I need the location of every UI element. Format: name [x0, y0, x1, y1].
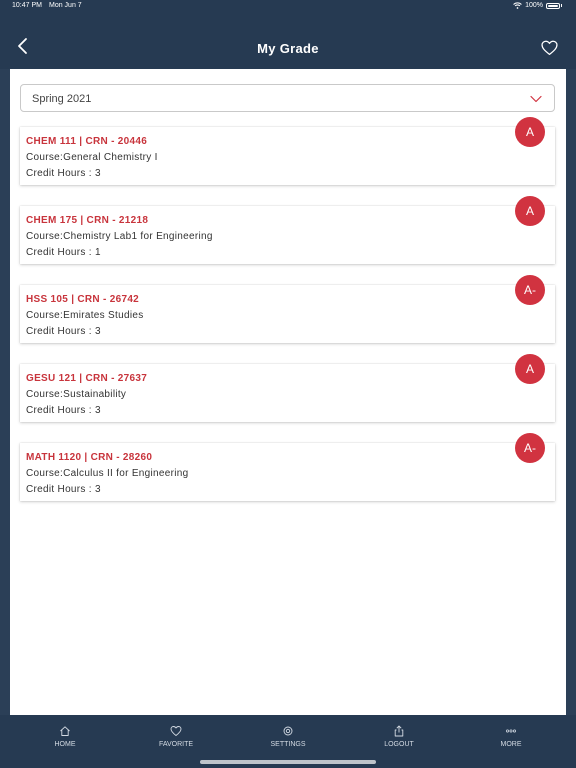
status-time: 10:47 PM: [12, 2, 42, 9]
gear-icon: [283, 726, 293, 736]
status-date: Mon Jun 7: [49, 2, 82, 9]
home-indicator: [200, 760, 376, 764]
course-name: Course:Emirates Studies: [26, 310, 144, 321]
content-area: Spring 2021 CHEM 111 | CRN - 20446 Cours…: [10, 69, 566, 715]
share-icon: [394, 725, 404, 737]
tab-favorite-label: FAVORITE: [158, 741, 194, 748]
credit-hours: Credit Hours : 3: [26, 326, 101, 337]
tab-logout[interactable]: LOGOUT: [359, 725, 439, 748]
credit-hours: Credit Hours : 3: [26, 168, 101, 179]
page-title: My Grade: [257, 41, 319, 56]
tab-settings[interactable]: SETTINGS: [248, 725, 328, 748]
course-code: GESU 121 | CRN - 27637: [26, 373, 148, 384]
course-name: Course:Calculus II for Engineering: [26, 468, 189, 479]
battery-percent: 100%: [525, 2, 543, 9]
course-name: Course:General Chemistry I: [26, 152, 158, 163]
tab-more[interactable]: MORE: [471, 725, 551, 748]
course-card[interactable]: CHEM 175 | CRN - 21218 Course:Chemistry …: [20, 196, 555, 264]
status-bar: 10:47 PM Mon Jun 7 100%: [0, 0, 576, 14]
wifi-icon: [513, 2, 522, 9]
course-card[interactable]: HSS 105 | CRN - 26742 Course:Emirates St…: [20, 275, 555, 343]
more-icon: [505, 729, 516, 733]
grade-badge: A: [515, 117, 545, 147]
tab-home-label: HOME: [54, 741, 76, 748]
course-card[interactable]: CHEM 111 | CRN - 20446 Course:General Ch…: [20, 117, 555, 185]
course-code: CHEM 175 | CRN - 21218: [26, 215, 149, 226]
grade-badge: A: [515, 196, 545, 226]
chevron-down-icon: [530, 95, 542, 103]
tab-more-label: MORE: [500, 741, 522, 748]
credit-hours: Credit Hours : 1: [26, 247, 101, 258]
tab-home[interactable]: HOME: [25, 725, 105, 748]
grade-badge: A-: [515, 275, 545, 305]
course-code: HSS 105 | CRN - 26742: [26, 294, 140, 305]
battery-icon: [546, 2, 560, 9]
heart-icon: [170, 726, 182, 736]
nav-bar: My Grade: [0, 14, 576, 69]
tab-settings-label: SETTINGS: [270, 741, 306, 748]
course-card[interactable]: MATH 1120 | CRN - 28260 Course:Calculus …: [20, 433, 555, 501]
grade-badge: A: [515, 354, 545, 384]
tab-logout-label: LOGOUT: [384, 741, 414, 748]
term-select-value: Spring 2021: [32, 93, 92, 105]
term-select[interactable]: Spring 2021: [20, 84, 555, 112]
battery-cap: [561, 4, 562, 7]
heart-icon[interactable]: [541, 40, 558, 56]
course-name: Course:Sustainability: [26, 389, 127, 400]
credit-hours: Credit Hours : 3: [26, 405, 101, 416]
course-code: MATH 1120 | CRN - 28260: [26, 452, 153, 463]
tab-favorite[interactable]: FAVORITE: [136, 725, 216, 748]
course-name: Course:Chemistry Lab1 for Engineering: [26, 231, 213, 242]
home-icon: [60, 726, 70, 736]
grade-badge: A-: [515, 433, 545, 463]
credit-hours: Credit Hours : 3: [26, 484, 101, 495]
status-right: 100%: [513, 2, 562, 9]
course-card[interactable]: GESU 121 | CRN - 27637 Course:Sustainabi…: [20, 354, 555, 422]
course-code: CHEM 111 | CRN - 20446: [26, 136, 148, 147]
